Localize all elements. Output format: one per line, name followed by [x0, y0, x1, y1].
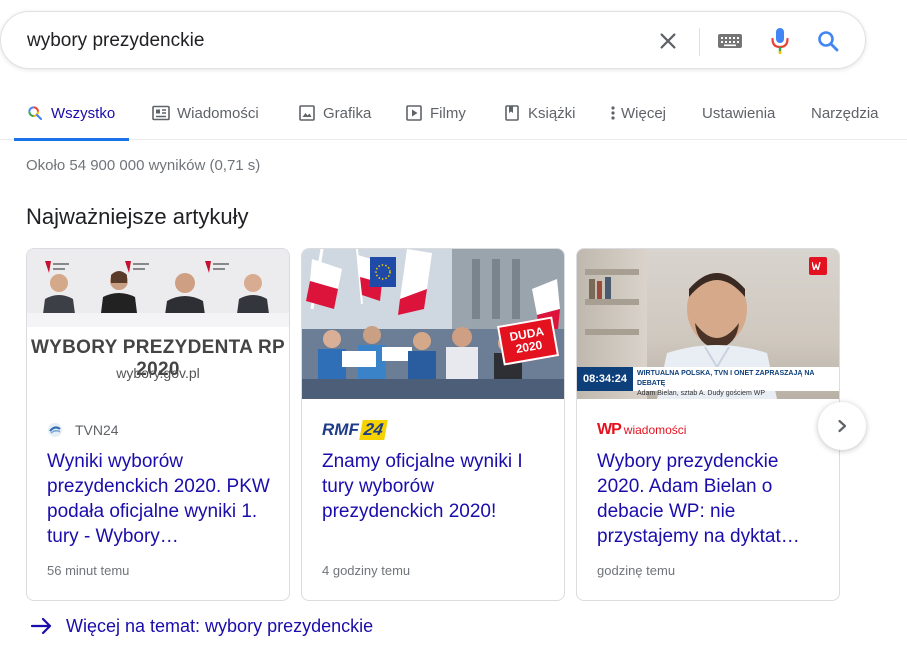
tab-tools[interactable]: Narzędzia — [811, 86, 879, 140]
search-icon — [26, 104, 44, 122]
search-input[interactable] — [27, 26, 627, 56]
news-headline[interactable]: Wybory prezydenckie 2020. Adam Bielan o … — [597, 449, 829, 549]
tab-label: Więcej — [621, 104, 667, 122]
wp-logo-label: wiadomości — [623, 423, 687, 437]
tab-books[interactable]: Książki — [503, 86, 576, 140]
news-timestamp: 4 godziny temu — [322, 563, 411, 578]
tv-ticker-line2: Adam Bielan, sztab A. Dudy gościem WP — [637, 390, 765, 397]
tvn24-logo-icon — [47, 422, 63, 438]
search-divider — [699, 28, 700, 56]
book-icon — [503, 104, 521, 122]
tv-ticker: 08:34:24 WIRTUALNA POLSKA, TVN I ONET ZA… — [577, 367, 839, 397]
rmf24-logo-left: RMF — [322, 420, 359, 439]
tab-label: Ustawienia — [702, 104, 776, 122]
tab-videos[interactable]: Filmy — [405, 86, 466, 140]
tab-images[interactable]: Grafika — [298, 86, 371, 140]
rmf24-logo-right: 24 — [359, 420, 388, 440]
tab-settings[interactable]: Ustawienia — [702, 86, 775, 140]
tab-label: Książki — [528, 104, 576, 122]
top-stories-title: Najważniejsze artykuły — [26, 204, 249, 229]
microphone-icon[interactable] — [767, 28, 793, 54]
news-timestamp: godzinę temu — [597, 563, 676, 578]
search-tabs: Wszystko Wiadomości Grafika Filmy Książk… — [0, 86, 907, 141]
tab-label: Narzędzia — [811, 104, 879, 122]
tab-label: Wiadomości — [177, 104, 259, 122]
rmf24-logo: RMF 24 — [322, 420, 388, 440]
thumbnail-banner: WYBORY PREZYDENTA RP 2020 wybory.gov.pl — [27, 327, 289, 399]
campaign-sign-line2: 2020 — [514, 337, 544, 357]
news-headline[interactable]: Znamy oficjalne wyniki I tury wyborów pr… — [322, 449, 554, 524]
keyboard-icon[interactable] — [717, 28, 743, 54]
news-card[interactable]: WYBORY PREZYDENTA RP 2020 wybory.gov.pl … — [26, 248, 290, 601]
tab-all[interactable]: Wszystko — [14, 86, 130, 141]
news-source: TVN24 — [47, 419, 119, 441]
tab-more[interactable]: Więcej — [609, 86, 666, 140]
wp-logo-mark: WP — [597, 421, 622, 438]
more-vert-icon — [609, 104, 617, 122]
news-timestamp: 56 minut temu — [47, 563, 130, 578]
tab-label: Wszystko — [51, 104, 116, 122]
arrow-right-icon — [30, 614, 54, 638]
news-card[interactable]: DUDA 2020 RMF 24 Znamy oficjalne wyniki … — [301, 248, 565, 601]
tv-clock: 08:34:24 — [577, 367, 633, 391]
thumbnail-banner-url: wybory.gov.pl — [116, 365, 200, 381]
carousel-next-button[interactable] — [818, 402, 866, 450]
tab-label: Filmy — [430, 104, 466, 122]
news-thumbnail: 08:34:24 WIRTUALNA POLSKA, TVN I ONET ZA… — [577, 249, 839, 399]
chevron-right-icon — [835, 419, 849, 433]
tab-news[interactable]: Wiadomości — [152, 86, 259, 140]
news-source: RMF 24 — [322, 419, 388, 441]
news-headline[interactable]: Wyniki wyborów prezydenckich 2020. PKW p… — [47, 449, 279, 549]
news-icon — [152, 104, 170, 122]
search-submit-icon[interactable] — [815, 28, 841, 54]
search-box — [0, 11, 866, 69]
tab-label: Grafika — [323, 104, 372, 122]
more-news-link[interactable]: Więcej na temat: wybory prezydenckie — [30, 614, 373, 638]
image-icon — [298, 104, 316, 122]
clear-icon[interactable] — [655, 28, 681, 54]
wp-corner-logo — [809, 257, 827, 275]
tv-ticker-line1: WIRTUALNA POLSKA, TVN I ONET ZAPRASZAJĄ … — [637, 370, 815, 387]
news-card[interactable]: 08:34:24 WIRTUALNA POLSKA, TVN I ONET ZA… — [576, 248, 840, 601]
officials-photo — [27, 271, 289, 329]
tv-ticker-text: WIRTUALNA POLSKA, TVN I ONET ZAPRASZAJĄ … — [637, 369, 839, 399]
more-news-label: Więcej na temat: wybory prezydenckie — [66, 615, 374, 636]
news-source-label: TVN24 — [75, 422, 119, 438]
wp-logo: WP wiadomości — [597, 421, 686, 439]
news-thumbnail: DUDA 2020 — [302, 249, 564, 399]
result-stats: Około 54 900 000 wyników (0,71 s) — [26, 157, 261, 174]
news-thumbnail: WYBORY PREZYDENTA RP 2020 wybory.gov.pl — [27, 249, 289, 399]
video-icon — [405, 104, 423, 122]
news-source: WP wiadomości — [597, 419, 686, 441]
